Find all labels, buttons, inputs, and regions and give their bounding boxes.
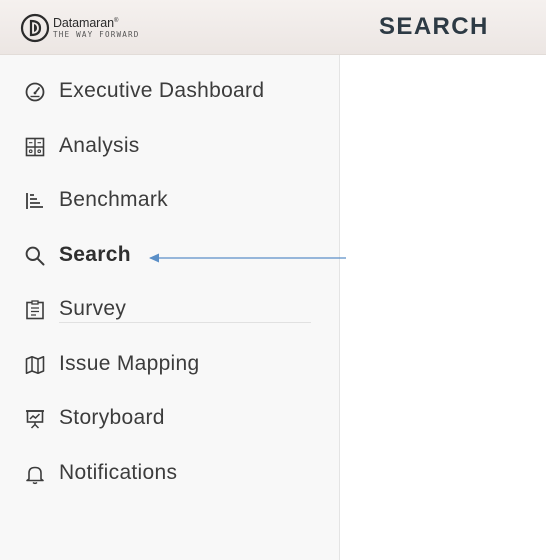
sidebar-item-label: Survey (59, 297, 127, 320)
brand-tagline: THE WAY FORWARD (53, 29, 140, 39)
presentation-board-icon (24, 408, 46, 430)
sidebar-item-label: Search (59, 243, 131, 266)
sidebar-item-label: Notifications (59, 461, 178, 484)
top-bar: Datamaran® THE WAY FORWARD SEARCH (0, 0, 546, 55)
main-content (341, 55, 546, 560)
sidebar-item-survey[interactable]: Survey (0, 289, 340, 329)
bell-icon (24, 463, 46, 485)
sidebar-item-label: Storyboard (59, 406, 165, 429)
sidebar-item-storyboard[interactable]: Storyboard (0, 398, 340, 438)
analysis-grid-icon (24, 136, 46, 158)
sidebar-item-label: Executive Dashboard (59, 79, 265, 102)
sidebar-item-issue-mapping[interactable]: Issue Mapping (0, 344, 340, 384)
sidebar-item-notifications[interactable]: Notifications (0, 453, 340, 493)
gauge-icon (24, 81, 46, 103)
brand-name: Datamaran® (53, 16, 119, 31)
search-icon (24, 245, 46, 267)
sidebar-item-label: Issue Mapping (59, 352, 200, 375)
sidebar-nav: Executive Dashboard Analysis Benchmark S… (0, 55, 340, 560)
sidebar-item-executive-dashboard[interactable]: Executive Dashboard (0, 71, 340, 111)
sidebar-item-analysis[interactable]: Analysis (0, 126, 340, 166)
datamaran-logo[interactable]: Datamaran® THE WAY FORWARD (20, 12, 140, 44)
page-title: SEARCH (379, 13, 489, 40)
sidebar-item-benchmark[interactable]: Benchmark (0, 180, 340, 220)
datamaran-logo-icon (20, 13, 50, 43)
map-icon (24, 354, 46, 376)
benchmark-bars-icon (24, 190, 46, 212)
clipboard-icon (24, 299, 46, 321)
annotation-arrow (149, 253, 346, 263)
sidebar-item-label: Benchmark (59, 188, 168, 211)
sidebar-item-label: Analysis (59, 134, 140, 157)
